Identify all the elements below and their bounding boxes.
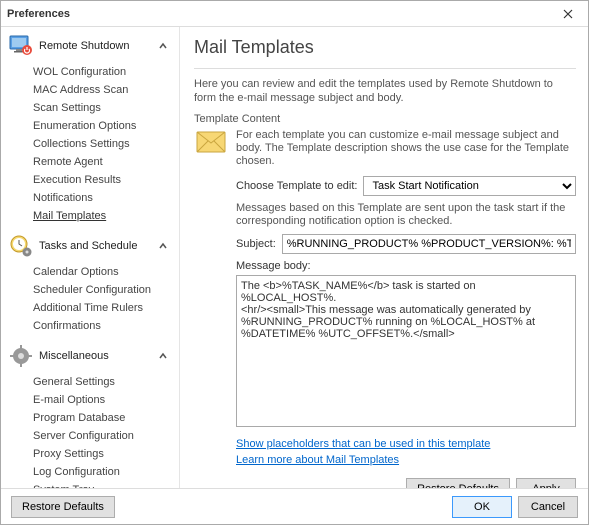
template-desc-row: For each template you can customize e-ma… (194, 129, 576, 168)
body: Remote Shutdown WOL Configuration MAC Ad… (1, 27, 588, 488)
learn-more-link[interactable]: Learn more about Mail Templates (236, 454, 576, 466)
choose-template-select[interactable]: Task Start Notification (363, 176, 576, 196)
sidebar-item-mail-templates[interactable]: Mail Templates (33, 207, 176, 225)
cancel-button[interactable]: Cancel (518, 496, 578, 518)
message-body-input[interactable] (236, 275, 576, 427)
choose-template-row: Choose Template to edit: Task Start Noti… (236, 176, 576, 196)
main-buttons: Restore Defaults Apply (194, 478, 576, 488)
links: Show placeholders that can be used in th… (236, 438, 576, 466)
sidebar-item-server-configuration[interactable]: Server Configuration (33, 427, 176, 445)
preferences-window: Preferences (0, 0, 589, 525)
show-placeholders-link[interactable]: Show placeholders that can be used in th… (236, 438, 576, 450)
footer: Restore Defaults OK Cancel (1, 488, 588, 524)
footer-right: OK Cancel (452, 496, 578, 518)
chevron-up-icon (156, 349, 170, 363)
restore-defaults-panel-button[interactable]: Restore Defaults (406, 478, 510, 488)
sidebar-item-collections-settings[interactable]: Collections Settings (33, 135, 176, 153)
section-label: Tasks and Schedule (39, 240, 156, 252)
template-note: Messages based on this Template are sent… (236, 202, 576, 228)
sidebar-item-proxy-settings[interactable]: Proxy Settings (33, 445, 176, 463)
section-items: General Settings E-mail Options Program … (33, 373, 176, 488)
envelope-icon (194, 129, 228, 157)
sidebar-item-email-options[interactable]: E-mail Options (33, 391, 176, 409)
divider (194, 68, 576, 69)
sidebar-item-confirmations[interactable]: Confirmations (33, 317, 176, 335)
group-label: Template Content (194, 113, 576, 125)
section-header-misc[interactable]: Miscellaneous (7, 341, 176, 371)
subject-row: Subject: (236, 234, 576, 254)
subject-input[interactable] (282, 234, 576, 254)
section-items: Calendar Options Scheduler Configuration… (33, 263, 176, 335)
sidebar-item-execution-results[interactable]: Execution Results (33, 171, 176, 189)
sidebar-item-scan-settings[interactable]: Scan Settings (33, 99, 176, 117)
close-button[interactable] (554, 4, 582, 24)
titlebar: Preferences (1, 1, 588, 27)
sidebar-item-wol-configuration[interactable]: WOL Configuration (33, 63, 176, 81)
sidebar: Remote Shutdown WOL Configuration MAC Ad… (1, 27, 179, 488)
main-panel: Mail Templates Here you can review and e… (179, 27, 588, 488)
window-title: Preferences (7, 8, 70, 20)
apply-button[interactable]: Apply (516, 478, 576, 488)
template-desc: For each template you can customize e-ma… (236, 129, 576, 168)
choose-template-label: Choose Template to edit: (236, 180, 357, 192)
intro-text: Here you can review and edit the templat… (194, 77, 576, 105)
restore-defaults-button[interactable]: Restore Defaults (11, 496, 115, 518)
sidebar-item-mac-address-scan[interactable]: MAC Address Scan (33, 81, 176, 99)
sidebar-item-scheduler-configuration[interactable]: Scheduler Configuration (33, 281, 176, 299)
page-title: Mail Templates (194, 37, 576, 58)
section-items: WOL Configuration MAC Address Scan Scan … (33, 63, 176, 225)
sidebar-item-additional-time-rulers[interactable]: Additional Time Rulers (33, 299, 176, 317)
sidebar-item-enumeration-options[interactable]: Enumeration Options (33, 117, 176, 135)
gear-icon (7, 342, 35, 370)
sidebar-item-general-settings[interactable]: General Settings (33, 373, 176, 391)
section-misc: Miscellaneous General Settings E-mail Op… (7, 341, 176, 488)
sidebar-item-system-tray[interactable]: System Tray (33, 481, 176, 488)
body-label: Message body: (236, 260, 576, 272)
section-header-tasks-schedule[interactable]: Tasks and Schedule (7, 231, 176, 261)
section-label: Miscellaneous (39, 350, 156, 362)
section-tasks-schedule: Tasks and Schedule Calendar Options Sche… (7, 231, 176, 335)
ok-button[interactable]: OK (452, 496, 512, 518)
chevron-up-icon (156, 239, 170, 253)
sidebar-item-program-database[interactable]: Program Database (33, 409, 176, 427)
section-remote-shutdown: Remote Shutdown WOL Configuration MAC Ad… (7, 31, 176, 225)
clock-gear-icon (7, 232, 35, 260)
sidebar-item-log-configuration[interactable]: Log Configuration (33, 463, 176, 481)
subject-label: Subject: (236, 238, 276, 250)
section-label: Remote Shutdown (39, 40, 156, 52)
chevron-up-icon (156, 39, 170, 53)
sidebar-item-remote-agent[interactable]: Remote Agent (33, 153, 176, 171)
section-header-remote-shutdown[interactable]: Remote Shutdown (7, 31, 176, 61)
sidebar-item-notifications[interactable]: Notifications (33, 189, 176, 207)
monitor-power-icon (7, 32, 35, 60)
sidebar-item-calendar-options[interactable]: Calendar Options (33, 263, 176, 281)
